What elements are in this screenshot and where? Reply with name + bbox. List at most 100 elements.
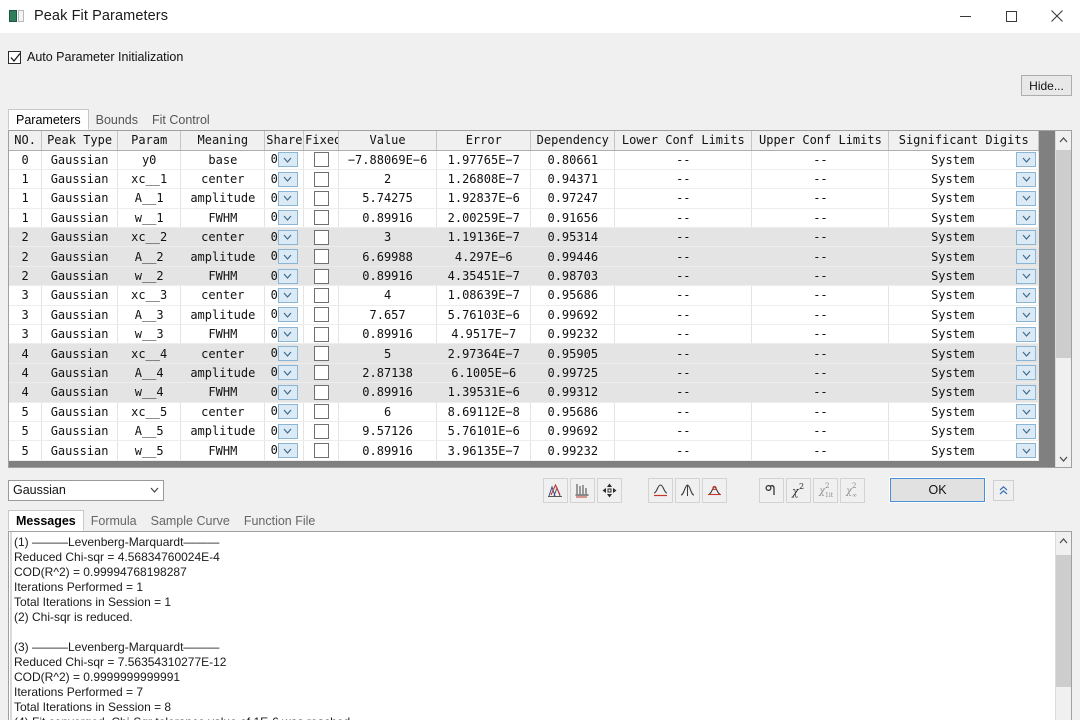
cell-param[interactable]: xc__2 [117, 227, 182, 248]
cell-meaning[interactable]: FWHM [180, 324, 266, 345]
table-row[interactable]: 5 Gaussian xc__5 center 0 6 8.69112E−8 0.95686-… [9, 402, 1039, 422]
minimize-button[interactable] [942, 0, 988, 33]
messages-scroll-track[interactable] [1056, 549, 1071, 720]
baseline-button[interactable] [648, 477, 673, 503]
peak-center-button[interactable] [702, 477, 727, 503]
cell-param[interactable]: A__5 [117, 421, 182, 442]
share-combo[interactable] [277, 210, 298, 226]
tab-function-file[interactable]: Function File [237, 511, 323, 531]
cell-param[interactable]: A__3 [117, 305, 182, 326]
significant-digits-combo[interactable] [1016, 152, 1036, 168]
cell-share[interactable]: 0 [264, 363, 305, 384]
cell-param[interactable]: w__5 [117, 440, 182, 461]
cell-peak-type[interactable]: Gaussian [41, 440, 118, 461]
cell-no[interactable]: 4 [9, 363, 43, 384]
cell-significant-digits[interactable]: System [888, 402, 1039, 422]
cell-share[interactable]: 0 [264, 227, 305, 248]
cell-significant-digits[interactable]: System [888, 324, 1039, 345]
col-header-share[interactable]: Share [264, 131, 305, 151]
col-header-param[interactable]: Param [117, 131, 182, 151]
significant-digits-combo[interactable] [1016, 384, 1036, 400]
table-vertical-scrollbar[interactable] [1055, 131, 1071, 467]
cell-value[interactable]: 2 [338, 169, 438, 190]
cell-value[interactable]: 0.89916 [338, 440, 438, 461]
auto-parameter-initialization-row[interactable]: Auto Parameter Initialization [8, 48, 183, 66]
cell-peak-type[interactable]: Gaussian [41, 150, 118, 170]
scroll-up-arrow-icon[interactable] [1056, 131, 1071, 148]
cell-fixed[interactable] [303, 169, 339, 190]
share-combo[interactable] [277, 171, 298, 187]
cell-fixed[interactable] [303, 227, 339, 248]
col-header-significant-digits[interactable]: Significant Digits [888, 131, 1039, 151]
cell-no[interactable]: 3 [9, 285, 43, 306]
share-combo[interactable] [277, 365, 298, 381]
significant-digits-combo[interactable] [1016, 365, 1036, 381]
messages-vertical-scrollbar[interactable] [1055, 532, 1071, 720]
tab-sample-curve[interactable]: Sample Curve [144, 511, 237, 531]
cell-value[interactable]: 4 [338, 285, 438, 306]
cell-peak-type[interactable]: Gaussian [41, 382, 118, 403]
cell-fixed[interactable] [303, 285, 339, 306]
cell-param[interactable]: xc__4 [117, 343, 182, 364]
cell-meaning[interactable]: FWHM [180, 382, 266, 403]
tab-bounds[interactable]: Bounds [89, 110, 145, 130]
cell-peak-type[interactable]: Gaussian [41, 402, 118, 422]
cell-meaning[interactable]: amplitude [180, 188, 266, 209]
cell-no[interactable]: 1 [9, 169, 43, 190]
significant-digits-combo[interactable] [1016, 171, 1036, 187]
cell-fixed[interactable] [303, 266, 339, 287]
cell-peak-type[interactable]: Gaussian [41, 305, 118, 326]
col-header-meaning[interactable]: Meaning [180, 131, 266, 151]
cell-no[interactable]: 3 [9, 324, 43, 345]
fit-until-converged-button[interactable]: χ 2 ∞ [840, 477, 865, 503]
cell-share[interactable]: 0 [264, 188, 305, 209]
cell-share[interactable]: 0 [264, 266, 305, 287]
fixed-checkbox[interactable] [313, 152, 329, 168]
cell-fixed[interactable] [303, 421, 339, 442]
cell-peak-type[interactable]: Gaussian [41, 343, 118, 364]
cell-fixed[interactable] [303, 382, 339, 403]
cell-value[interactable]: 6 [338, 402, 438, 422]
table-row[interactable]: 4 Gaussian w__4 FWHM 0 0.89916 1.39531E−6 0.993… [9, 382, 1039, 403]
table-row[interactable]: 5 Gaussian A__5 amplitude 0 9.57126 5.76101E−6… [9, 421, 1039, 442]
cell-param[interactable]: y0 [117, 150, 182, 170]
cell-no[interactable]: 4 [9, 382, 43, 403]
auto-parameter-initialization-checkbox[interactable] [8, 50, 21, 64]
cell-peak-type[interactable]: Gaussian [41, 246, 118, 267]
significant-digits-combo[interactable] [1016, 249, 1036, 265]
col-header-error[interactable]: Error [436, 131, 532, 151]
one-iteration-button[interactable]: χ 2 1it [813, 477, 838, 503]
cell-share[interactable]: 0 [264, 440, 305, 461]
cell-fixed[interactable] [303, 150, 339, 170]
table-row[interactable]: 1 Gaussian A__1 amplitude 0 5.74275 1.92837E−6… [9, 188, 1039, 209]
significant-digits-combo[interactable] [1016, 346, 1036, 362]
cell-significant-digits[interactable]: System [888, 188, 1039, 209]
cell-meaning[interactable]: center [180, 227, 266, 248]
significant-digits-combo[interactable] [1016, 190, 1036, 206]
cell-significant-digits[interactable]: System [888, 421, 1039, 442]
single-peak-button[interactable] [675, 477, 700, 503]
cell-no[interactable]: 3 [9, 305, 43, 326]
cell-significant-digits[interactable]: System [888, 305, 1039, 326]
fixed-checkbox[interactable] [313, 326, 329, 342]
cell-param[interactable]: A__2 [117, 246, 182, 267]
col-header-value[interactable]: Value [338, 131, 438, 151]
rescale-button[interactable] [597, 477, 622, 503]
cell-share[interactable]: 0 [264, 150, 305, 170]
cell-share[interactable]: 0 [264, 246, 305, 267]
cell-no[interactable]: 0 [9, 150, 43, 170]
col-header-fixed[interactable]: Fixed [303, 131, 339, 151]
cell-fixed[interactable] [303, 343, 339, 364]
cell-no[interactable]: 5 [9, 440, 43, 461]
cell-value[interactable]: 2.87138 [338, 363, 438, 384]
hide-button[interactable]: Hide... [1021, 75, 1072, 96]
significant-digits-combo[interactable] [1016, 443, 1036, 459]
maximize-button[interactable] [988, 0, 1034, 33]
cell-no[interactable]: 2 [9, 246, 43, 267]
cell-meaning[interactable]: amplitude [180, 246, 266, 267]
table-row[interactable]: 1 Gaussian w__1 FWHM 0 0.89916 2.00259E−7 0.916… [9, 208, 1039, 229]
cell-significant-digits[interactable]: System [888, 227, 1039, 248]
share-combo[interactable] [277, 346, 298, 362]
table-row[interactable]: 2 Gaussian w__2 FWHM 0 0.89916 4.35451E−7 0.987… [9, 266, 1039, 287]
fixed-checkbox[interactable] [313, 190, 329, 206]
